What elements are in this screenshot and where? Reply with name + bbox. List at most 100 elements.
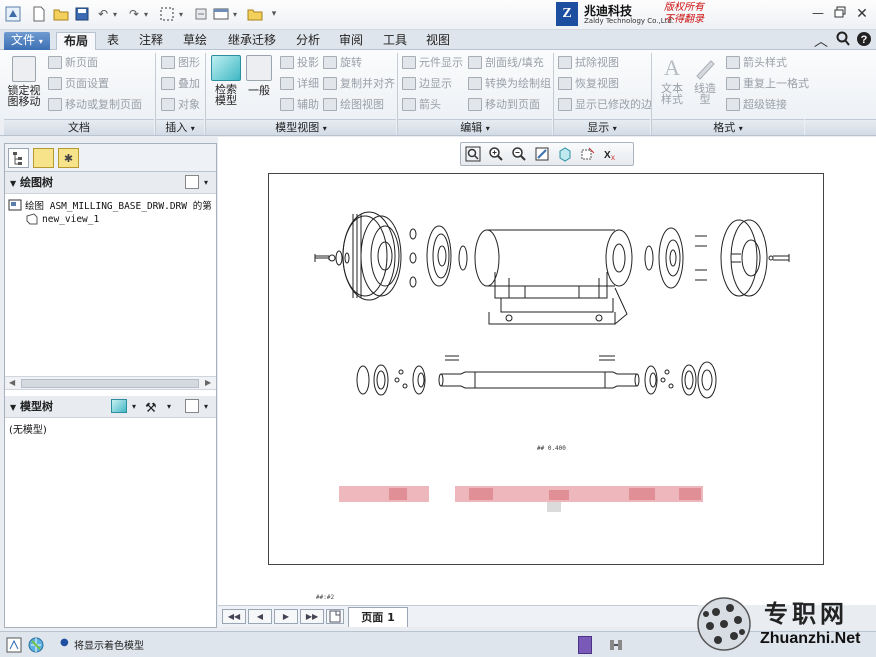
drawing-tree-hscrollbar[interactable]: ◀ ▶ (5, 376, 216, 390)
general-view-button[interactable]: 一般 (244, 55, 274, 96)
tab-layout[interactable]: 布局 (56, 32, 97, 50)
tab-view[interactable]: 视图 (419, 32, 457, 50)
close-window-folder-icon[interactable] (246, 5, 264, 23)
show-modified-edges-button[interactable]: 显示已修改的边 (558, 96, 652, 112)
drawing-tree-view-item[interactable]: new_view_1 (25, 213, 99, 225)
zoom-out-icon[interactable] (510, 146, 528, 163)
save-icon[interactable] (73, 5, 91, 23)
tree-settings-icon[interactable] (185, 175, 199, 189)
select-dropdown-icon[interactable]: ▾ (176, 5, 186, 23)
line-style-button[interactable]: 线造 型 (690, 55, 720, 105)
next-page-button[interactable]: ▶ (274, 609, 298, 624)
group-format[interactable]: 格式 ▾ (652, 119, 804, 135)
model-tree-header[interactable]: ▼ 模型树 ▾ ⚒ ▾ ▾ (5, 396, 216, 418)
model-tree-settings-dropdown-icon[interactable]: ▾ (204, 396, 208, 417)
help-icon[interactable]: ? (856, 31, 872, 51)
model-tree-display-icon[interactable] (111, 399, 127, 413)
group-insert[interactable]: 插入 ▾ (156, 119, 204, 135)
minimize-button[interactable]: — (809, 6, 827, 22)
new-file-icon[interactable] (30, 5, 48, 23)
drawing-tree-root[interactable]: 绘图 ASM_MILLING_BASE_DRW.DRW 的第 1 (8, 198, 223, 212)
last-page-button[interactable]: ▶▶ (300, 609, 324, 624)
refit-icon[interactable] (464, 146, 482, 163)
app-logo-icon[interactable] (4, 5, 22, 23)
lock-view-movement-button[interactable]: 锁定视 图移动 (6, 56, 42, 107)
tab-legacy-migration[interactable]: 继承迁移 (221, 32, 283, 50)
status-measure-icon[interactable] (608, 636, 624, 654)
section-fill-button[interactable]: 剖面线/填充 (468, 54, 544, 70)
previous-page-button[interactable]: ◀ (248, 609, 272, 624)
page-tab-1[interactable]: 页面 1 (348, 607, 408, 627)
datum-display-icon[interactable]: Xx (602, 146, 620, 163)
group-edit[interactable]: 编辑 ▾ (398, 119, 552, 135)
text-style-button[interactable]: A 文本 样式 (655, 55, 689, 105)
tab-sketch[interactable]: 草绘 (176, 32, 214, 50)
new-page-button[interactable]: 新页面 (48, 54, 98, 70)
redo-dropdown-icon[interactable]: ▾ (141, 5, 151, 23)
copy-align-button[interactable]: 复制并对齐 (323, 75, 395, 91)
undo-dropdown-icon[interactable]: ▾ (110, 5, 120, 23)
erase-view-button[interactable]: 拭除视图 (558, 54, 619, 70)
move-to-page-button[interactable]: 移动到页面 (468, 96, 540, 112)
add-page-icon[interactable] (326, 609, 344, 624)
drawing-tree-header[interactable]: ▼ 绘图树 ▾ (5, 172, 216, 194)
graphics-button[interactable]: 图形 (161, 54, 200, 70)
resume-view-button[interactable]: 恢复视图 (558, 75, 619, 91)
first-page-button[interactable]: ◀◀ (222, 609, 246, 624)
display-style-icon[interactable] (556, 146, 574, 163)
scroll-right-icon[interactable]: ▶ (205, 378, 211, 387)
edge-display-button[interactable]: 边显示 (402, 75, 452, 91)
tab-tools[interactable]: 工具 (376, 32, 414, 50)
folder-browser-tab-icon[interactable] (33, 148, 54, 168)
arrow-button[interactable]: 箭头 (402, 96, 441, 112)
tab-annotate[interactable]: 注释 (132, 32, 170, 50)
tab-file[interactable]: 文件 ▾ (4, 32, 50, 50)
page-setup-button[interactable]: 页面设置 (48, 75, 109, 91)
repeat-format-button[interactable]: 重复上一格式 (726, 75, 809, 91)
group-model-views[interactable]: 模型视图 ▾ (206, 119, 396, 135)
select-box-icon[interactable] (158, 5, 176, 23)
restore-button[interactable] (831, 6, 849, 22)
model-tree-settings-icon[interactable] (185, 399, 199, 413)
auxiliary-view-button[interactable]: 辅助 (280, 96, 319, 112)
tree-settings-dropdown-icon[interactable]: ▾ (204, 172, 208, 193)
revolve-view-button[interactable]: 旋转 (323, 54, 362, 70)
hyperlink-button[interactable]: 超级链接 (726, 96, 787, 112)
status-3d-icon[interactable] (6, 637, 22, 653)
status-filter-icon[interactable] (578, 636, 592, 654)
open-folder-icon[interactable] (52, 5, 70, 23)
close-button[interactable]: ✕ (853, 6, 871, 22)
drawing-view-button[interactable]: 绘图视图 (323, 96, 384, 112)
named-views-icon[interactable] (579, 146, 597, 163)
convert-draft-group-button[interactable]: 转换为绘制组 (468, 75, 551, 91)
retrieve-model-button[interactable]: 检索 模型 (209, 55, 243, 106)
move-copy-page-button[interactable]: 移动或复制页面 (48, 96, 142, 112)
tab-table[interactable]: 表 (100, 32, 126, 50)
search-icon[interactable] (836, 31, 850, 51)
scroll-left-icon[interactable]: ◀ (9, 378, 15, 387)
windows-icon[interactable] (212, 5, 230, 23)
object-button[interactable]: 对象 (161, 96, 200, 112)
group-display[interactable]: 显示 ▾ (554, 119, 650, 135)
collapse-ribbon-icon[interactable]: ︿ (814, 31, 828, 51)
windows-dropdown-icon[interactable]: ▾ (230, 5, 240, 23)
repaint-icon[interactable] (533, 146, 551, 163)
tab-analysis[interactable]: 分析 (289, 32, 327, 50)
drawing-sheet[interactable]: ## 0.400 (268, 173, 824, 565)
tab-review[interactable]: 审阅 (332, 32, 370, 50)
customize-toolbar-icon[interactable]: ▾ (268, 5, 280, 23)
scroll-thumb[interactable] (21, 379, 199, 388)
model-tree-display-dropdown-icon[interactable]: ▾ (132, 396, 136, 417)
status-globe-icon[interactable] (28, 637, 44, 653)
overlay-button[interactable]: 叠加 (161, 75, 200, 91)
zoom-in-icon[interactable] (487, 146, 505, 163)
model-tree-tab-icon[interactable] (8, 148, 29, 168)
detailed-view-button[interactable]: 详细 (280, 75, 319, 91)
arrow-style-button[interactable]: 箭头样式 (726, 54, 787, 70)
component-display-button[interactable]: 元件显示 (402, 54, 463, 70)
model-tree-tools-dropdown-icon[interactable]: ▾ (167, 396, 171, 417)
regenerate-icon[interactable] (192, 5, 210, 23)
projection-view-button[interactable]: 投影 (280, 54, 319, 70)
model-tree-tools-icon[interactable]: ⚒ (145, 398, 157, 419)
favorites-tab-icon[interactable]: ✱ (58, 148, 79, 168)
